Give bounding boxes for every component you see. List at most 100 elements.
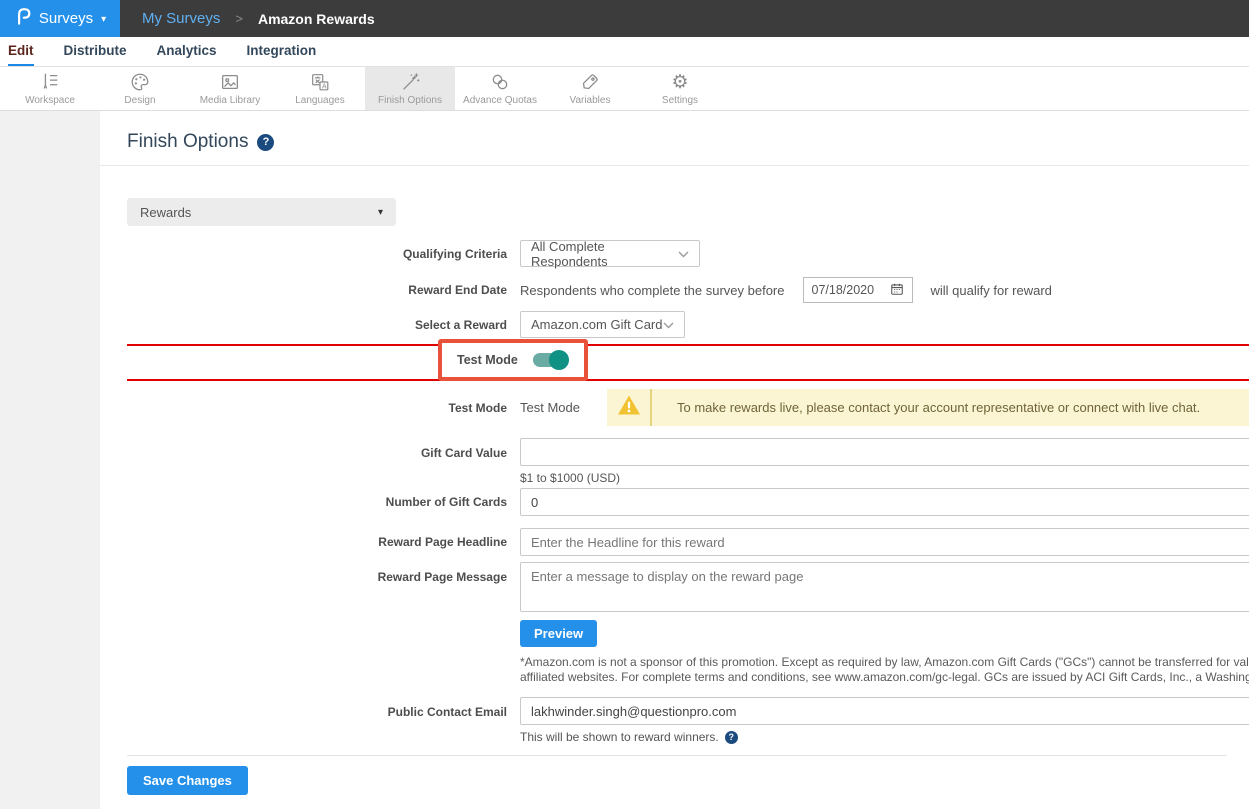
questionpro-logo-icon [14, 5, 31, 32]
qualifying-criteria-select[interactable]: All Complete Respondents [520, 240, 700, 267]
public-contact-email-input[interactable] [520, 697, 1249, 725]
test-mode-status-row: Test Mode Test Mode [127, 389, 1249, 426]
gift-card-value-label: Gift Card Value [127, 438, 520, 485]
qualifying-criteria-label: Qualifying Criteria [127, 247, 520, 261]
reward-page-headline-row: Reward Page Headline [127, 528, 1249, 556]
breadcrumb-separator: > [235, 11, 243, 26]
workspace-icon [39, 71, 61, 93]
select-reward-select[interactable]: Amazon.com Gift Card [520, 311, 685, 338]
page-title: Finish Options [127, 131, 248, 153]
breadcrumb-my-surveys[interactable]: My Surveys [142, 10, 220, 27]
select-reward-row: Select a Reward Amazon.com Gift Card [127, 311, 1249, 338]
rewards-section-dropdown[interactable]: Rewards ▾ [127, 198, 396, 226]
toolbar-label: Languages [295, 95, 345, 106]
rewards-form: Qualifying Criteria All Complete Respond… [127, 240, 1249, 795]
warning-message: To make rewards live, please contact you… [652, 389, 1200, 426]
toolbar-item-languages[interactable]: A Languages [275, 67, 365, 110]
breadcrumb-current-survey: Amazon Rewards [258, 11, 375, 27]
variables-icon [579, 71, 601, 93]
reward-page-headline-label: Reward Page Headline [127, 535, 520, 549]
preview-row: Preview [127, 620, 1249, 647]
reward-page-headline-input[interactable] [520, 528, 1249, 556]
test-mode-toggle-highlight: Test Mode [438, 339, 588, 381]
amazon-disclaimer-line2: affiliated websites. For complete terms … [520, 670, 1249, 685]
toolbar-label: Variables [570, 95, 611, 106]
finish-options-panel: Finish Options ? Rewards ▾ Qualifying Cr… [100, 111, 1249, 809]
reward-page-message-row: Reward Page Message [127, 562, 1249, 612]
tab-edit[interactable]: Edit [8, 37, 34, 66]
qualifying-criteria-value: All Complete Respondents [531, 239, 678, 269]
toolbar-label: Design [124, 95, 155, 106]
number-of-gift-cards-input[interactable] [520, 488, 1249, 516]
main-nav-tabs: Edit Distribute Analytics Integration [0, 37, 1249, 67]
reward-end-date-label: Reward End Date [127, 283, 520, 297]
edit-toolbar: Workspace Design Media Library [0, 67, 1249, 111]
breadcrumb: My Surveys > Amazon Rewards [120, 0, 1249, 37]
public-contact-email-row: Public Contact Email This will be shown … [127, 697, 1249, 744]
toolbar-item-variables[interactable]: Variables [545, 67, 635, 110]
surveys-menu-button[interactable]: Surveys ▾ [0, 0, 120, 37]
reward-end-date-input[interactable]: 07/18/2020 [803, 277, 913, 303]
reward-end-date-value: 07/18/2020 [812, 283, 875, 297]
toolbar-item-advance-quotas[interactable]: Advance Quotas [455, 67, 545, 110]
toolbar-label: Finish Options [378, 95, 442, 106]
reward-page-message-textarea[interactable] [520, 562, 1249, 612]
select-reward-label: Select a Reward [127, 318, 520, 332]
toolbar-item-media-library[interactable]: Media Library [185, 67, 275, 110]
toolbar-label: Workspace [25, 95, 75, 106]
test-mode-toggle-switch[interactable] [531, 350, 569, 370]
toolbar-item-settings[interactable]: ⚙ Settings [635, 67, 725, 110]
chevron-down-icon: ▾ [378, 207, 383, 218]
settings-icon: ⚙ [671, 71, 688, 93]
toolbar-item-finish-options[interactable]: Finish Options [365, 67, 455, 110]
page-heading: Finish Options ? [100, 131, 1249, 166]
reward-end-date-row: Reward End Date Respondents who complete… [127, 277, 1249, 303]
toolbar-label: Media Library [200, 95, 261, 106]
preview-button[interactable]: Preview [520, 620, 597, 647]
toolbar-item-workspace[interactable]: Workspace [5, 67, 95, 110]
annotation-highlight-band: Test Mode [127, 344, 1249, 381]
public-contact-email-helper: This will be shown to reward winners. [520, 730, 719, 744]
media-library-icon [219, 71, 241, 93]
reward-end-date-suffix: will qualify for reward [931, 283, 1052, 298]
test-mode-warning-banner: To make rewards live, please contact you… [607, 389, 1249, 426]
tab-analytics[interactable]: Analytics [157, 37, 217, 66]
help-icon[interactable]: ? [257, 134, 274, 151]
help-icon[interactable]: ? [725, 731, 738, 744]
select-reward-value: Amazon.com Gift Card [531, 317, 663, 332]
test-mode-status-label: Test Mode [127, 401, 520, 415]
amazon-disclaimer-line1: *Amazon.com is not a sponsor of this pro… [520, 655, 1249, 670]
finish-options-icon [399, 71, 421, 93]
calendar-icon[interactable] [890, 282, 904, 299]
reward-end-date-prefix: Respondents who complete the survey befo… [520, 283, 785, 298]
toolbar-label: Advance Quotas [463, 95, 537, 106]
number-of-gift-cards-label: Number of Gift Cards [127, 495, 520, 509]
test-mode-toggle-label: Test Mode [457, 353, 518, 367]
chevron-down-icon [678, 246, 689, 261]
top-header: Surveys ▾ My Surveys > Amazon Rewards [0, 0, 1249, 37]
save-changes-button[interactable]: Save Changes [127, 766, 248, 795]
languages-icon: A [309, 71, 331, 93]
disclaimer-row: *Amazon.com is not a sponsor of this pro… [127, 655, 1249, 685]
tab-distribute[interactable]: Distribute [64, 37, 127, 66]
divider [127, 755, 1227, 756]
reward-page-message-label: Reward Page Message [127, 562, 520, 612]
toggle-knob [549, 350, 569, 370]
chevron-down-icon: ▾ [101, 14, 106, 25]
warning-icon-cell [607, 389, 652, 426]
toolbar-item-design[interactable]: Design [95, 67, 185, 110]
product-name: Surveys [39, 10, 93, 27]
chevron-down-icon [663, 317, 674, 332]
test-mode-status-value: Test Mode [520, 400, 580, 415]
warning-triangle-icon [617, 394, 641, 421]
gift-card-value-helper: $1 to $1000 (USD) [520, 471, 1249, 485]
number-of-gift-cards-row: Number of Gift Cards [127, 488, 1249, 516]
gift-card-value-row: Gift Card Value $1 to $1000 (USD) [127, 438, 1249, 485]
tab-integration[interactable]: Integration [247, 37, 317, 66]
svg-text:A: A [322, 83, 327, 90]
qualifying-criteria-row: Qualifying Criteria All Complete Respond… [127, 240, 1249, 267]
gift-card-value-input[interactable] [520, 438, 1249, 466]
page-background: Finish Options ? Rewards ▾ Qualifying Cr… [0, 111, 1249, 809]
toolbar-label: Settings [662, 95, 698, 106]
rewards-dropdown-value: Rewards [140, 205, 191, 220]
